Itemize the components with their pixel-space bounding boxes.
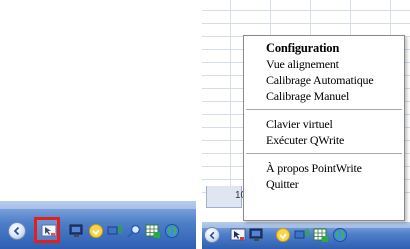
search-magnifier-icon[interactable] [126,223,142,239]
menu-item-run-qwrite[interactable]: Exécuter QWrite [244,132,404,148]
globe-icon[interactable] [164,223,180,239]
network-icon[interactable] [107,223,123,239]
menu-item-virtual-keyboard[interactable]: Clavier virtuel [244,116,404,132]
globe-icon[interactable] [332,227,348,243]
menu-separator [246,153,402,154]
pointwrite-context-menu: Configuration Vue alignement Calibrage A… [243,35,405,221]
menu-item-auto-calibration[interactable]: Calibrage Automatique [244,72,404,88]
menu-item-manual-calibration[interactable]: Calibrage Manuel [244,88,404,104]
right-panel: 10 Configuration Vue alignement Calibrag… [202,0,410,249]
left-panel [0,0,196,249]
menu-item-configuration[interactable]: Configuration [244,40,404,56]
speaker-icon[interactable] [275,227,291,243]
menu-item-about[interactable]: À propos PointWrite [244,160,404,176]
spreadsheet-icon[interactable] [145,223,161,239]
sheet-tab[interactable]: 10 [206,186,246,208]
speaker-icon[interactable] [88,223,104,239]
spreadsheet-icon[interactable] [313,227,329,243]
menu-separator [246,109,402,110]
monitor-icon[interactable] [249,227,265,243]
system-tray [204,227,348,243]
back-arrow-icon[interactable] [8,222,26,240]
highlight-box [34,217,60,243]
taskbar-sheen [0,201,196,209]
pointwrite-tray-icon[interactable] [230,227,246,243]
back-arrow-icon[interactable] [204,227,220,243]
monitor-icon[interactable] [69,223,85,239]
menu-item-alignment-view[interactable]: Vue alignement [244,56,404,72]
taskbar [202,222,410,249]
menu-item-quit[interactable]: Quitter [244,176,404,192]
network-icon[interactable] [294,227,310,243]
